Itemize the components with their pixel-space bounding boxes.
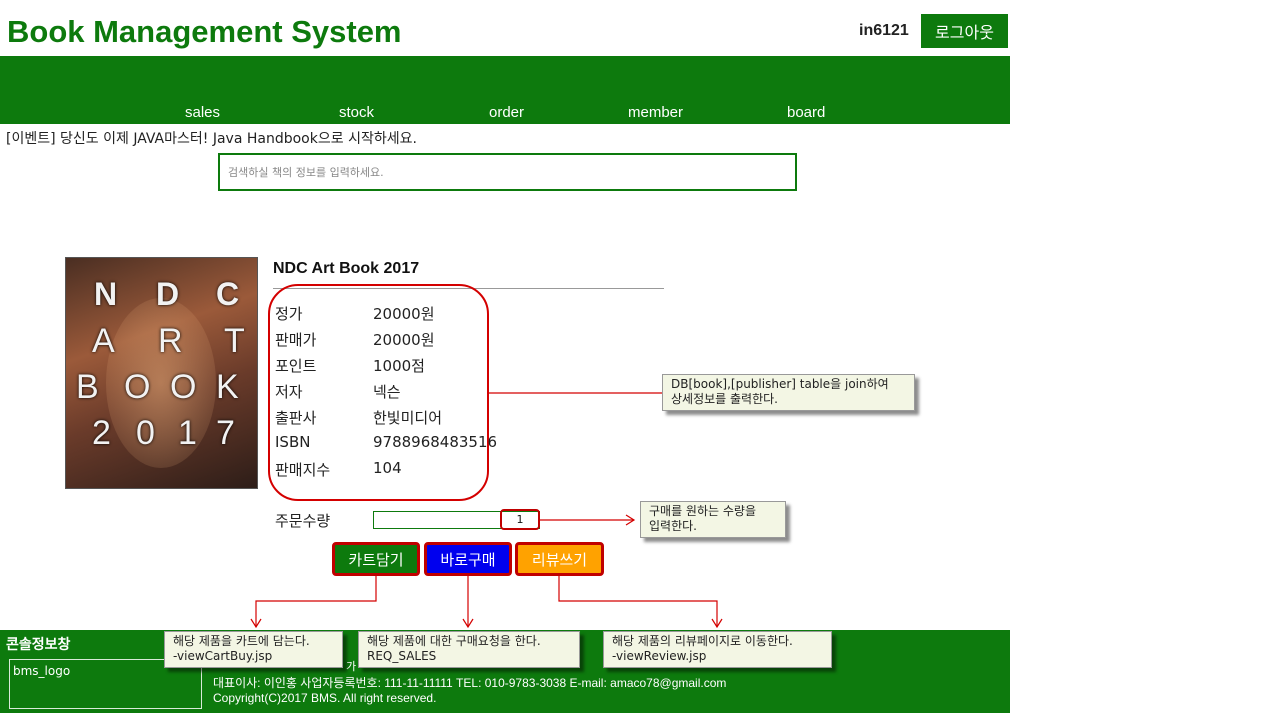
quantity-value[interactable]: 1: [500, 509, 540, 530]
annotation-text: 해당 제품의 리뷰페이지로 이동한다.: [612, 634, 793, 648]
search-input[interactable]: 검색하실 책의 정보를 입력하세요.: [218, 153, 797, 191]
field-label: 출판사: [275, 409, 317, 427]
buy-now-button[interactable]: 바로구매: [424, 542, 512, 576]
arrow-cart-head: [250, 618, 262, 629]
user-id: in6121: [859, 22, 909, 39]
cover-letter: O: [124, 368, 151, 406]
annotation-buy: 해당 제품에 대한 구매요청을 한다. REQ_SALES: [358, 631, 580, 668]
arrow-cart: [255, 576, 377, 627]
field-label: 판매지수: [275, 461, 331, 479]
event-banner[interactable]: [이벤트] 당신도 이제 JAVA마스터! Java Handbook으로 시작…: [6, 128, 417, 148]
field-value: 한빛미디어: [373, 409, 443, 427]
arrow-review-head: [711, 618, 723, 629]
write-review-button[interactable]: 리뷰쓰기: [515, 542, 604, 576]
annotation-text: 입력한다.: [649, 519, 697, 533]
cover-letter: D: [156, 276, 180, 312]
field-value: 20000원: [373, 305, 435, 323]
field-value: 20000원: [373, 331, 435, 349]
field-value: 1000점: [373, 357, 425, 375]
cover-letter: K: [216, 368, 239, 406]
cover-letter: N: [94, 276, 118, 312]
copyright: Copyright(C)2017 BMS. All right reserved…: [213, 691, 437, 705]
page: Book Management System in6121 로그아웃 sales…: [0, 0, 1280, 720]
field-value: 넥슨: [373, 383, 401, 401]
field-label: 정가: [275, 305, 303, 323]
cover-letter: B: [76, 368, 99, 406]
nav-item-board[interactable]: board: [787, 104, 825, 121]
logout-button[interactable]: 로그아웃: [921, 14, 1008, 48]
nav-item-sales[interactable]: sales: [185, 104, 220, 121]
arrow-qty-head: [625, 514, 636, 526]
main-nav: sales stock order member board: [0, 56, 1010, 124]
nav-item-order[interactable]: order: [489, 104, 524, 121]
app-title: Book Management System: [7, 14, 402, 49]
book-cover-image: N D C A R T B O O K 2 0 1 7: [65, 257, 258, 489]
cover-letter: T: [224, 322, 245, 360]
book-title: NDC Art Book 2017: [273, 260, 420, 277]
annotation-review: 해당 제품의 리뷰페이지로 이동한다. -viewReview.jsp: [603, 631, 832, 668]
annotation-text: 상세정보를 출력한다.: [671, 392, 778, 406]
annotation-text: -viewReview.jsp: [612, 649, 707, 663]
company-info: 대표이사: 이인홍 사업자등록번호: 111-11-11111 TEL: 010…: [213, 676, 727, 690]
field-label: ISBN: [275, 433, 311, 451]
cover-letter: 0: [136, 414, 155, 452]
annotation-text: 해당 제품을 카트에 담는다.: [173, 634, 310, 648]
cover-letter: 2: [92, 414, 111, 452]
quantity-label: 주문수량: [275, 512, 331, 530]
add-to-cart-button[interactable]: 카트담기: [332, 542, 420, 576]
cover-letter: A: [92, 322, 115, 360]
arrow-review: [558, 576, 718, 627]
annotation-cart: 해당 제품을 카트에 담는다. -viewCartBuy.jsp: [164, 631, 343, 668]
annotation-text: DB[book],[publisher] table을 join하여: [671, 377, 889, 391]
nav-item-member[interactable]: member: [628, 104, 683, 121]
annotation-text: 구매를 원하는 수량을: [649, 504, 756, 518]
field-value: 9788968483516: [373, 433, 498, 451]
field-label: 판매가: [275, 331, 317, 349]
field-label: 저자: [275, 383, 303, 401]
annotation-quantity: 구매를 원하는 수량을 입력한다.: [640, 501, 786, 538]
field-label: 포인트: [275, 357, 317, 375]
annotation-text: REQ_SALES: [367, 649, 437, 663]
cover-letter: C: [216, 276, 240, 312]
console-label: 콘솔정보창: [6, 637, 71, 653]
cover-letter: R: [158, 322, 183, 360]
footer-partial-text: 가: [346, 660, 357, 673]
nav-item-stock[interactable]: stock: [339, 104, 374, 121]
cover-letter: O: [170, 368, 197, 406]
annotation-text: -viewCartBuy.jsp: [173, 649, 273, 663]
annotation-text: 해당 제품에 대한 구매요청을 한다.: [367, 634, 541, 648]
field-value: 104: [373, 459, 402, 477]
cover-letter: 7: [216, 414, 235, 452]
cover-letter: 1: [178, 414, 197, 452]
arrow-buy-head: [462, 618, 474, 629]
annotation-detail: DB[book],[publisher] table을 join하여 상세정보를…: [662, 374, 915, 411]
